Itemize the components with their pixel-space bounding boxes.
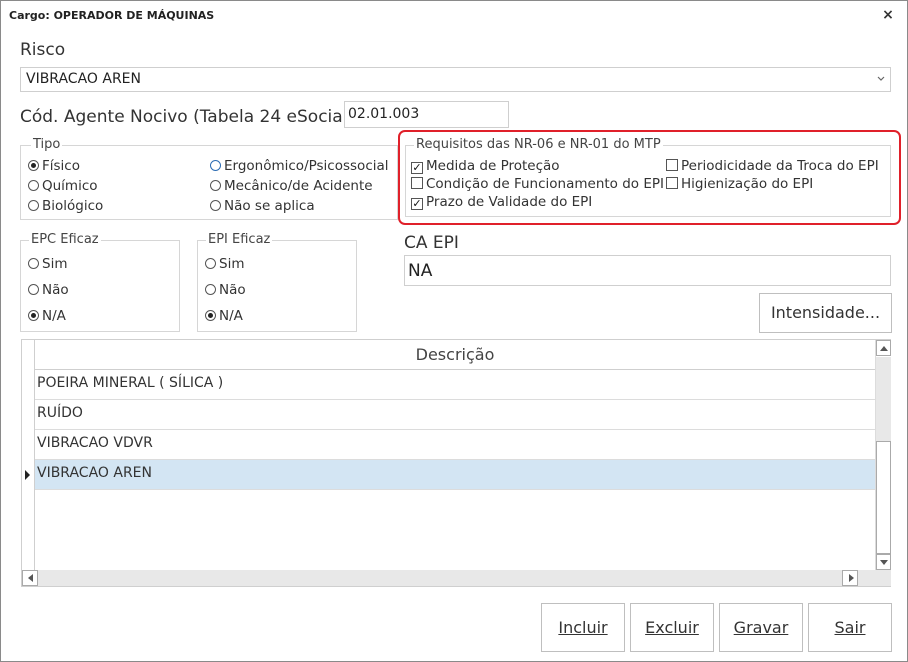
requisitos-title: Requisitos das NR-06 e NR-01 do MTP <box>414 137 663 152</box>
sair-button[interactable]: Sair <box>808 603 892 652</box>
table-row[interactable]: RUÍDO <box>35 400 875 430</box>
requisitos-group: Requisitos das NR-06 e NR-01 do MTP ✓ Med… <box>405 137 891 217</box>
scroll-track[interactable] <box>876 357 891 441</box>
excluir-button[interactable]: Excluir <box>630 603 714 652</box>
risco-dropdown[interactable]: VIBRACAO AREN <box>20 67 891 92</box>
arrow-down-icon <box>880 560 888 565</box>
risco-value: VIBRACAO AREN <box>26 71 142 87</box>
medida-protecao-checkbox[interactable]: ✓ Medida de Proteção <box>411 157 560 175</box>
scroll-corner <box>875 570 891 586</box>
ca-epi-value: NA <box>408 261 433 281</box>
tipo-title: Tipo <box>31 137 63 152</box>
epi-group: EPI Eficaz Sim Não N/A <box>197 232 357 332</box>
table-row-selected[interactable]: VIBRACAO AREN <box>35 460 875 490</box>
arrow-up-icon <box>880 346 888 351</box>
agente-input[interactable]: 02.01.003 <box>344 101 509 128</box>
checkbox-icon <box>411 177 423 189</box>
ca-epi-label: CA EPI <box>404 233 459 253</box>
risco-label: Risco <box>20 40 66 60</box>
periodicidade-troca-checkbox[interactable]: Periodicidade da Troca do EPI <box>666 157 879 175</box>
title-bar: Cargo: OPERADOR DE MÁQUINAS × <box>1 1 907 31</box>
radio-icon <box>28 200 39 211</box>
scroll-up-button[interactable] <box>876 340 891 356</box>
radio-icon <box>205 284 216 295</box>
horizontal-scrollbar[interactable] <box>22 570 875 586</box>
condicao-funcionamento-checkbox[interactable]: Condição de Funcionamento do EPI <box>411 175 664 193</box>
radio-icon <box>205 258 216 269</box>
epc-na-radio[interactable]: N/A <box>28 307 66 325</box>
tipo-quimico-radio[interactable]: Químico <box>28 177 98 195</box>
checkbox-icon <box>666 159 678 171</box>
checkbox-checked-icon: ✓ <box>411 161 423 174</box>
epi-sim-radio[interactable]: Sim <box>205 255 244 273</box>
tipo-ergonomico-radio[interactable]: Ergonômico/Psicossocial <box>210 157 389 175</box>
arrow-left-icon <box>28 574 33 582</box>
epi-title: EPI Eficaz <box>206 232 273 247</box>
column-header-descricao[interactable]: Descrição <box>35 340 875 370</box>
dialog-window: Cargo: OPERADOR DE MÁQUINAS × Risco VIBR… <box>0 0 908 662</box>
radio-selected-icon <box>28 310 39 321</box>
chevron-down-icon <box>877 76 885 81</box>
scroll-thumb[interactable] <box>876 441 891 554</box>
scroll-down-button[interactable] <box>876 554 891 570</box>
table-row[interactable]: VIBRACAO VDVR <box>35 430 875 460</box>
epi-na-radio[interactable]: N/A <box>205 307 243 325</box>
tipo-nao-se-aplica-radio[interactable]: Não se aplica <box>210 197 315 215</box>
tipo-group: Tipo Físico Químico Biológico Ergonômico… <box>20 137 398 220</box>
epi-nao-radio[interactable]: Não <box>205 281 246 299</box>
vertical-scrollbar[interactable] <box>875 340 891 570</box>
radio-icon <box>28 284 39 295</box>
radio-icon <box>28 180 39 191</box>
close-icon[interactable]: × <box>879 6 897 24</box>
prazo-validade-checkbox[interactable]: ✓ Prazo de Validade do EPI <box>411 193 592 211</box>
intensidade-button[interactable]: Intensidade... <box>759 293 892 333</box>
epc-sim-radio[interactable]: Sim <box>28 255 67 273</box>
checkbox-icon <box>666 177 678 189</box>
epc-nao-radio[interactable]: Não <box>28 281 69 299</box>
tipo-mecanico-radio[interactable]: Mecânico/de Acidente <box>210 177 373 195</box>
row-indicator-column <box>22 340 35 586</box>
radio-selected-icon <box>28 160 39 171</box>
risk-grid: Descrição POEIRA MINERAL ( SÍLICA ) RUÍD… <box>21 339 891 587</box>
radio-focused-icon <box>210 160 221 171</box>
gravar-button[interactable]: Gravar <box>719 603 803 652</box>
epc-title: EPC Eficaz <box>29 232 101 247</box>
agente-label: Cód. Agente Nocivo (Tabela 24 eSocial) <box>20 107 355 127</box>
table-row[interactable]: POEIRA MINERAL ( SÍLICA ) <box>35 370 875 400</box>
higienizacao-checkbox[interactable]: Higienização do EPI <box>666 175 813 193</box>
scroll-right-button[interactable] <box>842 570 858 586</box>
epc-group: EPC Eficaz Sim Não N/A <box>20 232 180 332</box>
tipo-fisico-radio[interactable]: Físico <box>28 157 80 175</box>
ca-epi-input[interactable]: NA <box>404 255 891 286</box>
incluir-button[interactable]: Incluir <box>541 603 625 652</box>
arrow-right-icon <box>849 574 854 582</box>
scroll-left-button[interactable] <box>22 570 38 586</box>
current-row-arrow-icon <box>25 470 30 480</box>
agente-value: 02.01.003 <box>348 106 420 122</box>
radio-icon <box>28 258 39 269</box>
window-title: Cargo: OPERADOR DE MÁQUINAS <box>9 9 215 22</box>
checkbox-checked-icon: ✓ <box>411 197 423 210</box>
radio-icon <box>210 200 221 211</box>
radio-icon <box>210 180 221 191</box>
radio-selected-icon <box>205 310 216 321</box>
tipo-biologico-radio[interactable]: Biológico <box>28 197 103 215</box>
